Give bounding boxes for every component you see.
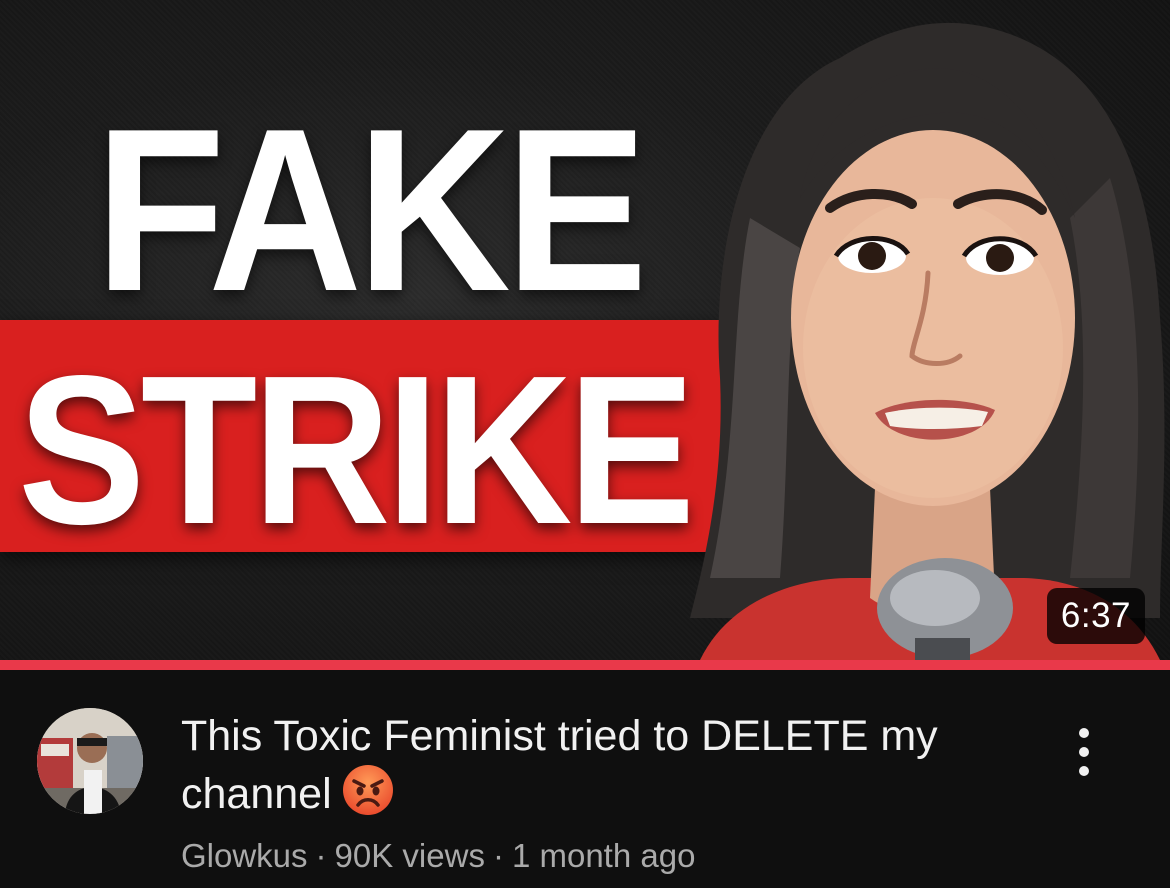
watch-progress-fill [0,660,1170,670]
upload-age: 1 month ago [511,837,696,874]
channel-name[interactable]: Glowkus [181,837,308,874]
more-options-button[interactable] [1062,712,1106,792]
angry-face-emoji [342,765,393,815]
video-title[interactable]: This Toxic Feminist tried to DELETE my c… [181,708,1011,822]
vertical-ellipsis-icon [1079,747,1089,757]
thumbnail-headline-bottom: STRIKE [18,331,695,568]
video-thumbnail[interactable]: FAKE STRIKE 6:37 [0,0,1170,660]
video-metadata: Glowkus · 90K views · 1 month ago [181,834,695,878]
watch-progress-bar [0,660,1170,670]
meta-separator: · [492,837,504,874]
meta-separator: · [315,837,327,874]
duration-badge: 6:37 [1046,588,1145,644]
channel-avatar[interactable] [37,708,143,814]
vertical-ellipsis-icon [1079,728,1089,738]
video-title-text: This Toxic Feminist tried to DELETE my c… [181,712,938,818]
video-card[interactable]: FAKE STRIKE 6:37 This Toxic Feminist tri… [0,0,1170,888]
view-count: 90K views [334,837,485,874]
vertical-ellipsis-icon [1079,766,1089,776]
thumbnail-person-image [690,18,1170,660]
thumbnail-headline-top: FAKE [95,81,648,340]
